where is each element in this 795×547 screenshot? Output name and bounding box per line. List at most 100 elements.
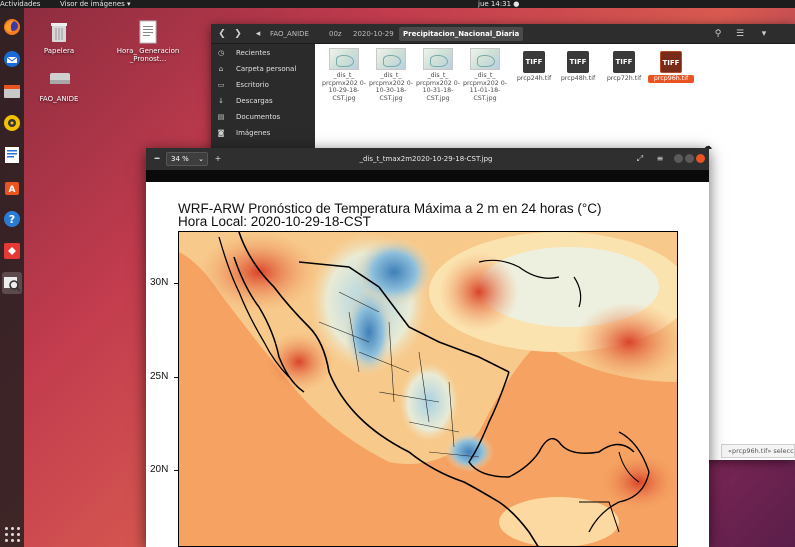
files-icon[interactable] bbox=[2, 80, 22, 102]
tiff-file-icon: TIFF bbox=[660, 51, 682, 73]
zoom-out-button[interactable]: ━ bbox=[151, 153, 163, 165]
file-name: prcp24h.tif bbox=[516, 75, 552, 82]
y-tick-label: 20N bbox=[150, 464, 169, 475]
file-name: prcp96h.tif bbox=[648, 75, 694, 83]
y-tick-label: 30N bbox=[150, 277, 169, 288]
software-icon[interactable]: A bbox=[2, 176, 22, 198]
maximize-button[interactable] bbox=[685, 154, 694, 163]
clock-icon: ◷ bbox=[217, 49, 225, 57]
image-thumbnail-icon bbox=[423, 48, 453, 70]
image-thumbnail-icon bbox=[329, 48, 359, 70]
desktop-trash[interactable]: Papelera bbox=[27, 20, 91, 55]
fullscreen-icon[interactable]: ⤢ bbox=[634, 153, 646, 165]
file-item[interactable]: TIFF prcp48h.tif bbox=[555, 51, 601, 83]
temperature-map-image bbox=[179, 232, 677, 546]
view-list-icon[interactable]: ☰ bbox=[733, 28, 747, 40]
clock[interactable]: jue 14:31 ● bbox=[478, 0, 519, 8]
tiff-file-icon: TIFF bbox=[523, 51, 545, 73]
tiff-file-icon: TIFF bbox=[613, 51, 635, 73]
close-button[interactable] bbox=[696, 154, 705, 163]
menu-icon[interactable]: ≡ bbox=[654, 153, 666, 165]
plot-subtitle: Hora Local: 2020-10-29-18-CST bbox=[178, 214, 371, 229]
file-status-bar: «prcp96h.tif» selecc bbox=[721, 444, 795, 458]
file-name: prcp72h.tif bbox=[606, 75, 642, 82]
text-file-icon bbox=[137, 20, 159, 44]
sidebar-item-label: Escritorio bbox=[236, 81, 269, 89]
help-icon[interactable]: ? bbox=[2, 208, 22, 230]
image-viewer-header: ━ 34 % ⌄ + _dis_t_tmax2m2020-10-29-18-CS… bbox=[146, 148, 709, 170]
show-applications-button[interactable] bbox=[2, 524, 22, 544]
desktop-file-hora[interactable]: Hora_ Generacion _Pronost... bbox=[116, 20, 180, 63]
desktop-drive[interactable]: FAO_ANIDE bbox=[27, 68, 91, 103]
view-menu-icon[interactable]: ▾ bbox=[757, 28, 771, 40]
file-item-selected[interactable]: TIFF prcp96h.tif bbox=[648, 51, 694, 83]
sidebar-item-images[interactable]: ◙ Imágenes bbox=[211, 125, 315, 141]
sidebar-item-home[interactable]: ⌂ Carpeta personal bbox=[211, 61, 315, 77]
sidebar-item-desktop[interactable]: ▭ Escritorio bbox=[211, 77, 315, 93]
breadcrumb-item[interactable]: FAO_ANIDE bbox=[266, 27, 313, 41]
image-viewer-title: _dis_t_tmax2m2020-10-29-18-CST.jpg bbox=[359, 155, 493, 163]
firefox-icon[interactable] bbox=[2, 16, 22, 38]
home-icon: ⌂ bbox=[218, 65, 224, 73]
top-bar: Actividades Visor de imágenes ▾ jue 14:3… bbox=[0, 0, 795, 8]
desktop-icon-label: Papelera bbox=[43, 47, 75, 55]
forward-button[interactable]: ❯ bbox=[231, 28, 245, 40]
svg-text:A: A bbox=[9, 185, 16, 195]
breadcrumb-current[interactable]: Precipitacion_Nacional_Diaria bbox=[399, 27, 524, 41]
search-icon[interactable]: ⚲ bbox=[711, 28, 725, 40]
writer-icon[interactable] bbox=[2, 144, 22, 166]
desktop-icon-label: Hora_ Generacion _Pronost... bbox=[116, 47, 180, 63]
breadcrumb-item[interactable]: 00z bbox=[325, 27, 346, 41]
chevron-down-icon: ⌄ bbox=[198, 155, 204, 163]
sidebar-item-label: Descargas bbox=[236, 97, 273, 105]
file-item[interactable]: _dis_t_ prcpmx202 0-11-01-18- CST.jpg bbox=[462, 48, 508, 102]
minimize-button[interactable] bbox=[674, 154, 683, 163]
file-item[interactable]: _dis_t_ prcpmx202 0-10-29-18- CST.jpg bbox=[321, 48, 367, 102]
sidebar-item-label: Documentos bbox=[236, 113, 281, 121]
sidebar-item-label: Imágenes bbox=[236, 129, 271, 137]
folder-icon: ▭ bbox=[217, 81, 225, 89]
sidebar-item-label: Recientes bbox=[236, 49, 271, 57]
file-item[interactable]: TIFF prcp72h.tif bbox=[601, 51, 647, 83]
zoom-select[interactable]: 34 % ⌄ bbox=[166, 152, 208, 166]
image-thumbnail-icon bbox=[470, 48, 500, 70]
thunderbird-icon[interactable] bbox=[2, 48, 22, 70]
svg-text:?: ? bbox=[9, 213, 15, 226]
breadcrumb-left-arrow[interactable]: ◂ bbox=[251, 28, 265, 40]
sidebar-item-label: Carpeta personal bbox=[236, 65, 297, 73]
image-viewer-window: ━ 34 % ⌄ + _dis_t_tmax2m2020-10-29-18-CS… bbox=[146, 148, 709, 547]
camera-icon: ◙ bbox=[217, 129, 225, 137]
file-item[interactable]: _dis_t_ prcpmx202 0-10-31-18- CST.jpg bbox=[415, 48, 461, 102]
zoom-in-button[interactable]: + bbox=[212, 153, 224, 165]
dock: A ? bbox=[0, 8, 24, 547]
temperature-map bbox=[178, 231, 678, 547]
activities-button[interactable]: Actividades bbox=[0, 0, 40, 8]
image-thumbnail-icon bbox=[376, 48, 406, 70]
document-icon: ▤ bbox=[217, 113, 225, 121]
sidebar-item-documents[interactable]: ▤ Documentos bbox=[211, 109, 315, 125]
file-name: _dis_t_ prcpmx202 0-10-29-18- CST.jpg bbox=[321, 72, 367, 102]
file-name: _dis_t_ prcpmx202 0-10-31-18- CST.jpg bbox=[415, 72, 461, 102]
desktop-icon-label: FAO_ANIDE bbox=[39, 95, 79, 103]
image-top-border bbox=[146, 170, 709, 182]
file-name: _dis_t_ prcpmx202 0-11-01-18- CST.jpg bbox=[462, 72, 508, 102]
app-menu[interactable]: Visor de imágenes ▾ bbox=[60, 0, 131, 8]
file-item[interactable]: _dis_t_ prcpmx202 0-10-30-18- CST.jpg bbox=[368, 48, 414, 102]
breadcrumb-item[interactable]: 2020-10-29 bbox=[349, 27, 398, 41]
file-item[interactable]: TIFF prcp24h.tif bbox=[511, 51, 557, 83]
drive-icon bbox=[48, 68, 70, 92]
file-name: prcp48h.tif bbox=[560, 75, 596, 82]
zoom-value: 34 % bbox=[171, 155, 189, 163]
download-icon: ↓ bbox=[218, 97, 224, 105]
anydesk-icon[interactable] bbox=[2, 240, 22, 262]
y-tick-label: 25N bbox=[150, 371, 169, 382]
image-viewer-icon[interactable] bbox=[2, 272, 22, 294]
tiff-file-icon: TIFF bbox=[567, 51, 589, 73]
sidebar-item-recientes[interactable]: ◷ Recientes bbox=[211, 45, 315, 61]
back-button[interactable]: ❮ bbox=[215, 28, 229, 40]
sidebar-item-downloads[interactable]: ↓ Descargas bbox=[211, 93, 315, 109]
rhythmbox-icon[interactable] bbox=[2, 112, 22, 134]
file-name: _dis_t_ prcpmx202 0-10-30-18- CST.jpg bbox=[368, 72, 414, 102]
trash-icon bbox=[48, 20, 70, 44]
file-manager-header: ❮ ❯ ◂ FAO_ANIDE 00z 2020-10-29 Precipita… bbox=[211, 24, 795, 44]
